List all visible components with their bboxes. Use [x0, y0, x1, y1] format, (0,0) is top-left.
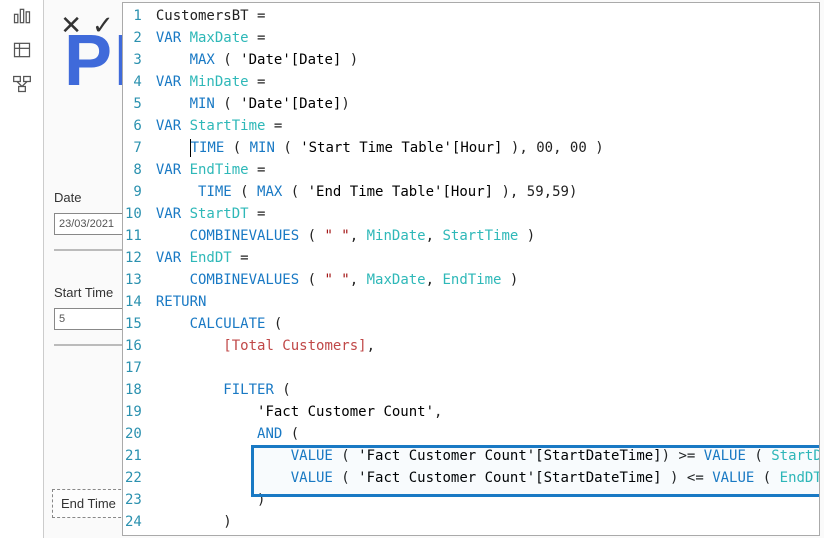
- model-view-icon[interactable]: [12, 74, 32, 94]
- nav-rail: [0, 0, 44, 538]
- dax-editor[interactable]: 123456789101112131415161718192021222324 …: [122, 2, 820, 536]
- report-view-icon[interactable]: [12, 6, 32, 26]
- line-number-gutter: 123456789101112131415161718192021222324: [123, 3, 150, 535]
- formula-bar: ✕ ✓ 123456789101112131415161718192021222…: [52, 2, 820, 536]
- table-view-icon[interactable]: [12, 40, 32, 60]
- cancel-formula-icon[interactable]: ✕: [60, 12, 82, 38]
- commit-formula-icon[interactable]: ✓: [92, 12, 114, 38]
- report-canvas: PR Date Start Time End Time ✕ ✓ 12345678…: [44, 0, 824, 538]
- code-content[interactable]: CustomersBT =VAR MaxDate = MAX ( 'Date'[…: [150, 3, 820, 535]
